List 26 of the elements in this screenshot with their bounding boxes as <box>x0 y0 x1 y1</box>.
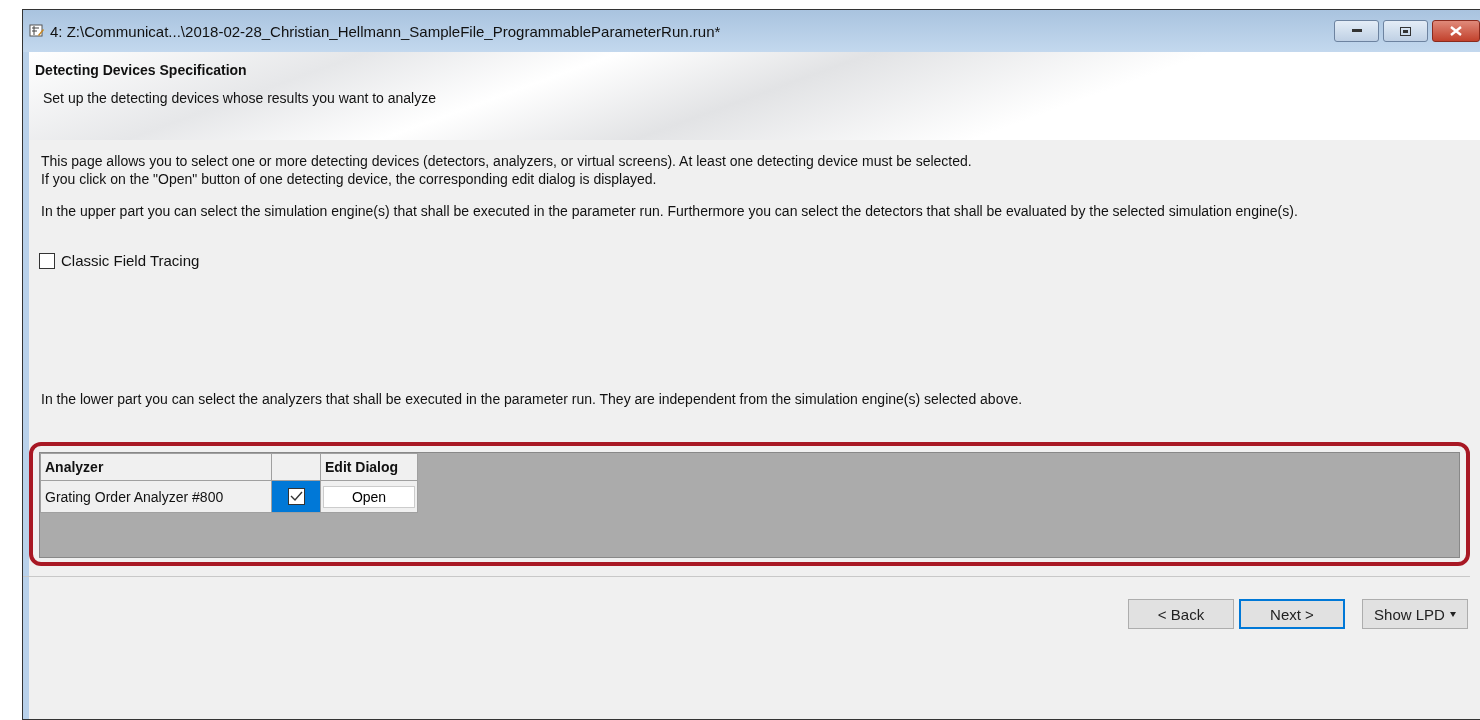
close-button[interactable] <box>1432 20 1480 42</box>
close-icon <box>1450 26 1462 36</box>
intro-text: If you click on the "Open" button of one detecting device, the corresponding edit dialog is displayed. <box>41 170 658 188</box>
lower-part-text: In the lower part you can select the analyzers that shall be executed in the parameter run. They are independent from the simulation engine(s) selected above. <box>40 390 1024 408</box>
page-subtitle: Set up the detecting devices whose results you want to analyze <box>43 90 437 106</box>
minimize-icon <box>1351 29 1362 33</box>
caret-icon <box>1449 611 1456 617</box>
app-icon <box>29 24 45 38</box>
checkbox-label[interactable]: Classic Field Tracing <box>61 252 200 269</box>
page-title: Detecting Devices Specification <box>35 62 248 78</box>
table-cell: Grating Order Analyzer #800 <box>40 480 272 513</box>
window-title: 4: Z:\Communicat...\2018-02-28_Christian_Hellmann_SampleFile_ProgrammableParameterRun.run* <box>50 22 721 40</box>
checkbox[interactable] <box>287 488 305 506</box>
wizard-button[interactable]: < Back <box>1128 599 1234 629</box>
column-header: Edit Dialog <box>320 453 418 481</box>
minimize-button[interactable] <box>1334 20 1379 42</box>
restore-icon <box>1400 26 1411 36</box>
checkbox[interactable] <box>39 252 55 269</box>
open-button[interactable]: Open <box>323 485 415 508</box>
upper-part-text: In the upper part you can select the simulation engine(s) that shall be executed in the parameter run. Furthermore you can select the detectors that shall be evaluated by the selected simulation engine(s). <box>40 202 1299 220</box>
wizard-button[interactable]: Next > <box>1239 599 1345 629</box>
maximize-button[interactable] <box>1383 20 1428 42</box>
checkbox-cell[interactable] <box>271 480 321 513</box>
dropdown-button[interactable]: Show LPD <box>1362 599 1468 629</box>
intro-text: This page allows you to select one or more detecting devices (detectors, analyzers, or virtual screens). At least one detecting device must be selected. <box>41 152 973 170</box>
column-header: Analyzer <box>40 453 272 481</box>
